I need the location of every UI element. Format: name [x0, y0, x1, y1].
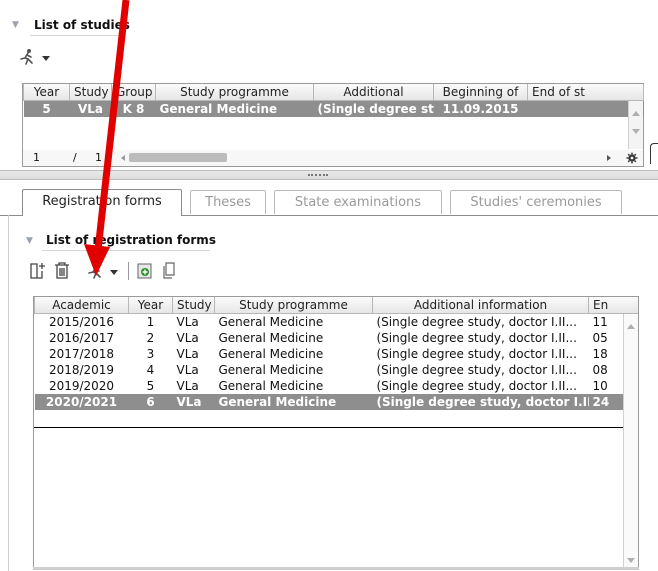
col-beginning[interactable]: Beginning of	[433, 84, 528, 101]
tab-theses[interactable]: Theses	[190, 190, 266, 214]
scroll-down-icon[interactable]	[627, 558, 635, 563]
forms-grid-bottom-shadow	[33, 567, 639, 570]
table-row[interactable]: 5 VLa K 8 General Medicine (Single degre…	[23, 100, 644, 117]
tab-studies-ceremonies[interactable]: Studies' ceremonies	[450, 190, 622, 214]
forms-section-title: List of registration forms	[46, 233, 216, 247]
copy-icon[interactable]	[162, 262, 178, 280]
col-year[interactable]: Year	[128, 297, 173, 314]
studies-section-title: List of studies	[34, 18, 130, 32]
collapse-triangle-icon[interactable]: ▼	[12, 20, 19, 30]
studies-table: Year Study Group Study programme Additio…	[23, 84, 644, 117]
forms-title-underline	[42, 250, 210, 251]
studies-pager: 1 / 1	[22, 150, 644, 167]
studies-title-underline	[30, 35, 126, 36]
table-row[interactable]: 2016/2017 2 VLa General Medicine (Single…	[35, 330, 639, 346]
trash-icon[interactable]	[54, 262, 70, 280]
col-study-programme[interactable]: Study programme	[214, 297, 373, 314]
col-en[interactable]: En	[588, 297, 638, 314]
col-study[interactable]: Study	[69, 84, 112, 101]
table-row[interactable]: 2019/2020 5 VLa General Medicine (Single…	[35, 378, 639, 394]
forms-header-row: Academic Year Study Study programme Addi…	[34, 297, 638, 314]
new-document-icon[interactable]	[30, 262, 46, 280]
forms-table: Academic Year Study Study programme Addi…	[34, 297, 639, 410]
col-study-programme[interactable]: Study programme	[155, 84, 314, 101]
col-group[interactable]: Group	[111, 84, 156, 101]
table-row[interactable]: 2015/2016 1 VLa General Medicine (Single…	[35, 314, 639, 331]
studies-vertical-scrollbar[interactable]	[628, 101, 643, 149]
pager-current[interactable]: 1	[33, 151, 40, 164]
forms-grid: Academic Year Study Study programme Addi…	[33, 296, 639, 569]
chevron-down-icon[interactable]	[110, 270, 118, 275]
col-study[interactable]: Study	[172, 297, 215, 314]
running-person-icon	[20, 49, 33, 65]
forms-toolbar	[30, 260, 210, 282]
empty-rows-area	[34, 427, 623, 428]
top-panel: ▼ List of studies Year Study Group Study…	[0, 0, 658, 170]
printer-icon[interactable]	[136, 262, 154, 280]
col-academic[interactable]: Academic	[34, 297, 129, 314]
studies-run-button[interactable]	[18, 48, 54, 66]
toolbar-separator	[128, 262, 129, 280]
tab-registration-forms[interactable]: Registration forms	[22, 189, 182, 215]
splitter-grip-icon	[308, 174, 328, 178]
scroll-down-icon[interactable]	[632, 129, 640, 134]
horizontal-scroll-thumb[interactable]	[129, 153, 227, 162]
studies-grid: Year Study Group Study programme Additio…	[22, 83, 644, 151]
pager-total: 1	[95, 151, 102, 164]
collapse-triangle-icon[interactable]: ▼	[26, 236, 33, 246]
col-additional-information[interactable]: Additional information	[372, 297, 589, 314]
running-person-icon[interactable]	[86, 262, 104, 280]
forms-vertical-scrollbar[interactable]	[623, 314, 638, 568]
tab-content-left-border	[8, 215, 9, 571]
table-row[interactable]: 2018/2019 4 VLa General Medicine (Single…	[35, 362, 639, 378]
col-end[interactable]: End of st	[527, 84, 644, 101]
active-tab-gap	[23, 214, 181, 216]
tab-state-examinations[interactable]: State examinations	[274, 190, 442, 214]
studies-header-row: Year Study Group Study programme Additio…	[23, 84, 644, 101]
col-year[interactable]: Year	[23, 84, 70, 101]
scroll-right-icon[interactable]	[607, 155, 611, 161]
table-row[interactable]: 2017/2018 3 VLa General Medicine (Single…	[35, 346, 639, 362]
panel-splitter[interactable]	[0, 170, 658, 180]
scroll-up-icon[interactable]	[632, 111, 640, 116]
cursor-hand-icon	[650, 143, 658, 164]
scroll-left-icon[interactable]	[121, 155, 125, 161]
tab-bar: Registration forms Theses State examinat…	[0, 189, 658, 216]
scroll-up-icon[interactable]	[627, 324, 635, 329]
gear-icon[interactable]	[626, 152, 638, 164]
col-additional[interactable]: Additional	[313, 84, 434, 101]
pager-separator: /	[73, 151, 77, 164]
chevron-down-icon	[42, 56, 50, 61]
table-row-selected[interactable]: 2020/2021 6 VLa General Medicine (Single…	[34, 394, 638, 410]
